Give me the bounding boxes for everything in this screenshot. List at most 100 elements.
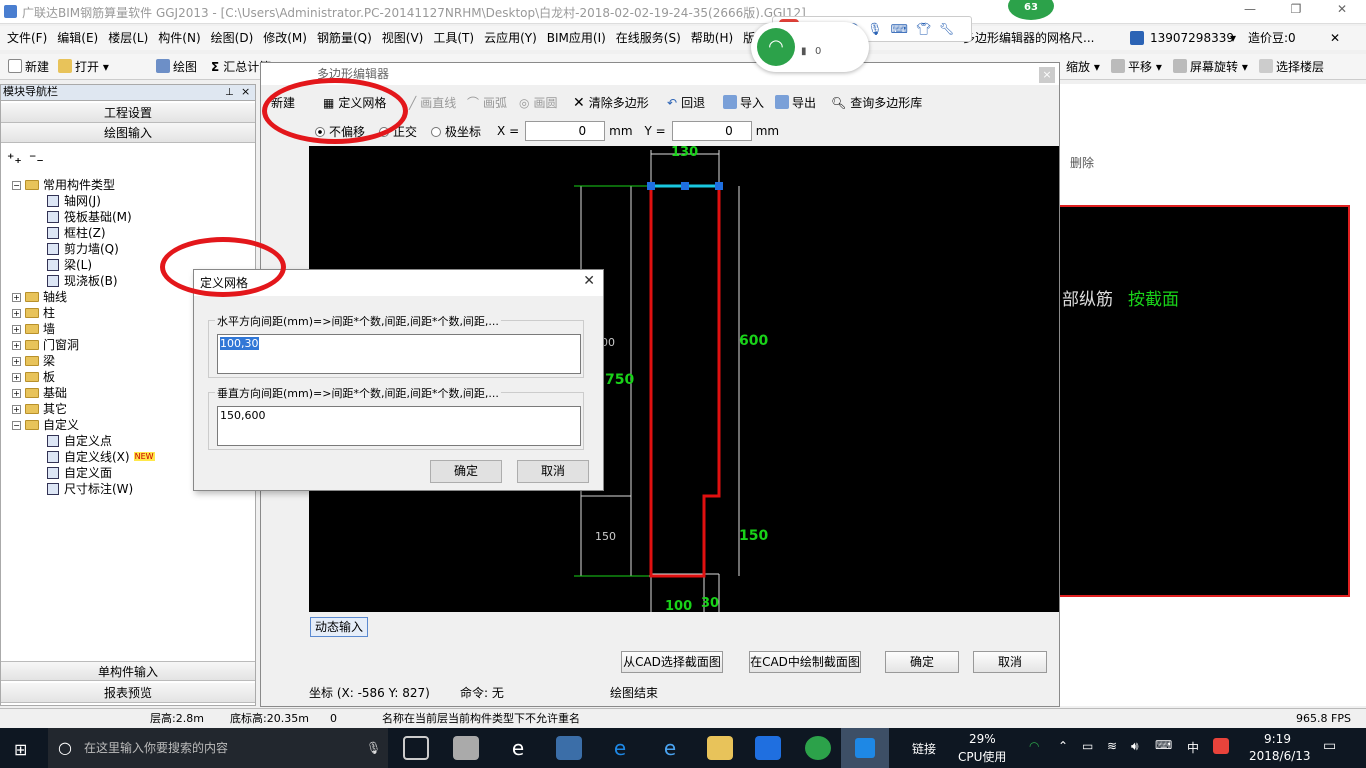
battery-tray-icon[interactable]: ▭ [1082, 739, 1093, 753]
cad-draw-button[interactable]: 在CAD中绘制截面图 [749, 651, 861, 673]
rotate-button[interactable]: 屏幕旋转 ▾ [1167, 54, 1254, 80]
clock-date[interactable]: 2018/6/13 [1249, 749, 1311, 763]
query-library-button[interactable]: 🔍︎ 查询多边形库 [825, 90, 928, 116]
expand-icon[interactable]: + [12, 293, 21, 302]
skin-icon[interactable]: 👕︎ [916, 22, 931, 36]
wrench-icon[interactable]: 🔧︎ [939, 22, 954, 36]
select-floor-button[interactable]: 选择楼层 [1253, 54, 1330, 80]
vertical-spacing-input[interactable]: 150,600 [217, 406, 581, 446]
sogou-tray-icon[interactable] [1213, 738, 1229, 754]
taskbar-search[interactable]: ○ 在这里输入你要搜索的内容 🎙︎ [48, 728, 388, 768]
expand-icon[interactable]: + [12, 341, 21, 350]
edge-icon[interactable]: e [607, 736, 633, 760]
tree-folder[interactable]: − 常用构件类型 [1, 177, 255, 193]
360-icon[interactable] [805, 736, 831, 760]
grip-point[interactable] [647, 182, 655, 190]
keyboard-icon[interactable]: ⌨ [891, 22, 908, 36]
draw-arc-button[interactable]: ⌒ 画弧 [461, 90, 513, 116]
minimize-icon[interactable]: — [1230, 2, 1270, 22]
menu-item[interactable]: 工具(T) [428, 26, 479, 50]
fan-app-icon[interactable] [453, 736, 479, 760]
draw-circle-button[interactable]: ◎ 画圆 [513, 90, 564, 116]
dialog-ok-button[interactable]: 确定 [430, 460, 502, 483]
user-account[interactable]: 13907298339 [1150, 26, 1234, 50]
menu-item[interactable]: 编辑(E) [52, 26, 103, 50]
ie-icon[interactable]: e [505, 736, 531, 760]
network-popup[interactable]: ◠ ▮ 0 [751, 22, 869, 72]
editor-cancel-button[interactable]: 取消 [973, 651, 1047, 673]
clock-time[interactable]: 9:19 [1264, 732, 1291, 746]
single-component-button[interactable]: 单构件输入 [1, 661, 255, 681]
tree-item[interactable]: 轴网(J) [1, 193, 255, 209]
menu-item[interactable]: 云应用(Y) [479, 26, 542, 50]
polar-radio[interactable]: 极坐标 [431, 123, 481, 140]
open-button[interactable]: 打开 ▾ [52, 54, 115, 80]
chevron-up-icon[interactable]: ⌃ [1058, 739, 1068, 753]
expand-icon[interactable]: + [12, 357, 21, 366]
ie-blue-icon[interactable]: e [657, 736, 683, 760]
menu-item[interactable]: 视图(V) [377, 26, 429, 50]
cad-select-button[interactable]: 从CAD选择截面图 [621, 651, 723, 673]
horizontal-spacing-input[interactable]: 100,30 [217, 334, 581, 374]
tree-item[interactable]: 筏板基础(M) [1, 209, 255, 225]
menu-item[interactable]: 文件(F) [2, 26, 52, 50]
close-icon[interactable]: ✕ [1322, 2, 1362, 22]
notification-icon[interactable]: ▭ [1323, 738, 1336, 754]
import-button[interactable]: 导入 [717, 90, 770, 116]
section-outline[interactable] [649, 184, 721, 578]
project-settings-button[interactable]: 工程设置 [1, 103, 255, 123]
menu-item[interactable]: 绘图(D) [206, 26, 259, 50]
expand-icon[interactable]: + [12, 373, 21, 382]
mic-icon[interactable]: 🎙︎ [366, 728, 381, 768]
menu-item[interactable]: 在线服务(S) [611, 26, 686, 50]
pin-icon[interactable]: ⊥ [225, 86, 234, 100]
collapse-icon[interactable]: − [12, 181, 21, 190]
zoom-button[interactable]: 缩放 ▾ [1060, 54, 1106, 80]
close-doc-icon[interactable]: ✕ [1330, 26, 1340, 50]
menu-item[interactable]: 帮助(H) [686, 26, 738, 50]
expand-all-icon[interactable]: ⁺₊ [7, 151, 22, 167]
browser-icon[interactable] [556, 736, 582, 760]
menu-hint[interactable]: 多边形编辑器的网格尺... [963, 26, 1094, 50]
dynamic-input-button[interactable]: 动态输入 [310, 617, 368, 637]
menu-item[interactable]: 钢筋量(Q) [312, 26, 377, 50]
menu-item[interactable]: 修改(M) [258, 26, 312, 50]
close-icon[interactable]: ✕ [583, 273, 595, 289]
wifi-tray-icon[interactable]: ◠ [1029, 739, 1039, 753]
active-app-icon[interactable] [841, 728, 889, 768]
grip-point[interactable] [681, 182, 689, 190]
restore-icon[interactable]: ❐ [1276, 2, 1316, 22]
collapse-all-icon[interactable]: ⁻₋ [29, 151, 44, 167]
menu-item[interactable]: BIM应用(I) [542, 26, 611, 50]
draw-button[interactable]: 绘图 [150, 54, 203, 80]
pan-button[interactable]: 平移 ▾ [1105, 54, 1168, 80]
editor-close-icon[interactable]: × [1039, 67, 1055, 83]
menu-item[interactable]: 构件(N) [153, 26, 205, 50]
grip-point[interactable] [715, 182, 723, 190]
task-view-icon[interactable] [403, 736, 429, 760]
x-input[interactable]: 0 [525, 121, 606, 141]
ime-tray[interactable]: 中 [1187, 739, 1199, 756]
chevron-down-icon[interactable]: ▾ [1230, 26, 1236, 50]
expand-icon[interactable]: + [12, 325, 21, 334]
menu-item[interactable]: 楼层(L) [103, 26, 153, 50]
draw-line-button[interactable]: ╱ 画直线 [403, 90, 462, 116]
dialog-cancel-button[interactable]: 取消 [517, 460, 589, 483]
network-tray-icon[interactable]: ≋ [1107, 739, 1117, 753]
expand-icon[interactable]: + [12, 389, 21, 398]
delete-button[interactable]: 删除 [1070, 154, 1094, 171]
keyboard-tray-icon[interactable]: ⌨ [1155, 738, 1172, 752]
windows-start-icon[interactable]: ⊞ [14, 740, 27, 759]
expand-icon[interactable]: + [12, 405, 21, 414]
editor-ok-button[interactable]: 确定 [885, 651, 959, 673]
undo-button[interactable]: ↶ 回退 [661, 90, 711, 116]
glodon-icon[interactable] [755, 736, 781, 760]
y-input[interactable]: 0 [671, 121, 752, 141]
mic-icon[interactable]: 🎙︎ [867, 22, 882, 36]
new-button[interactable]: 新建 [2, 54, 55, 80]
drawing-input-button[interactable]: 绘图输入 [1, 123, 255, 143]
volume-icon[interactable]: 🔊︎ [1131, 739, 1139, 754]
close-icon[interactable]: × [241, 85, 250, 99]
collapse-icon[interactable]: − [12, 421, 21, 430]
clear-polygon-button[interactable]: ✕ 清除多边形 [567, 90, 655, 116]
